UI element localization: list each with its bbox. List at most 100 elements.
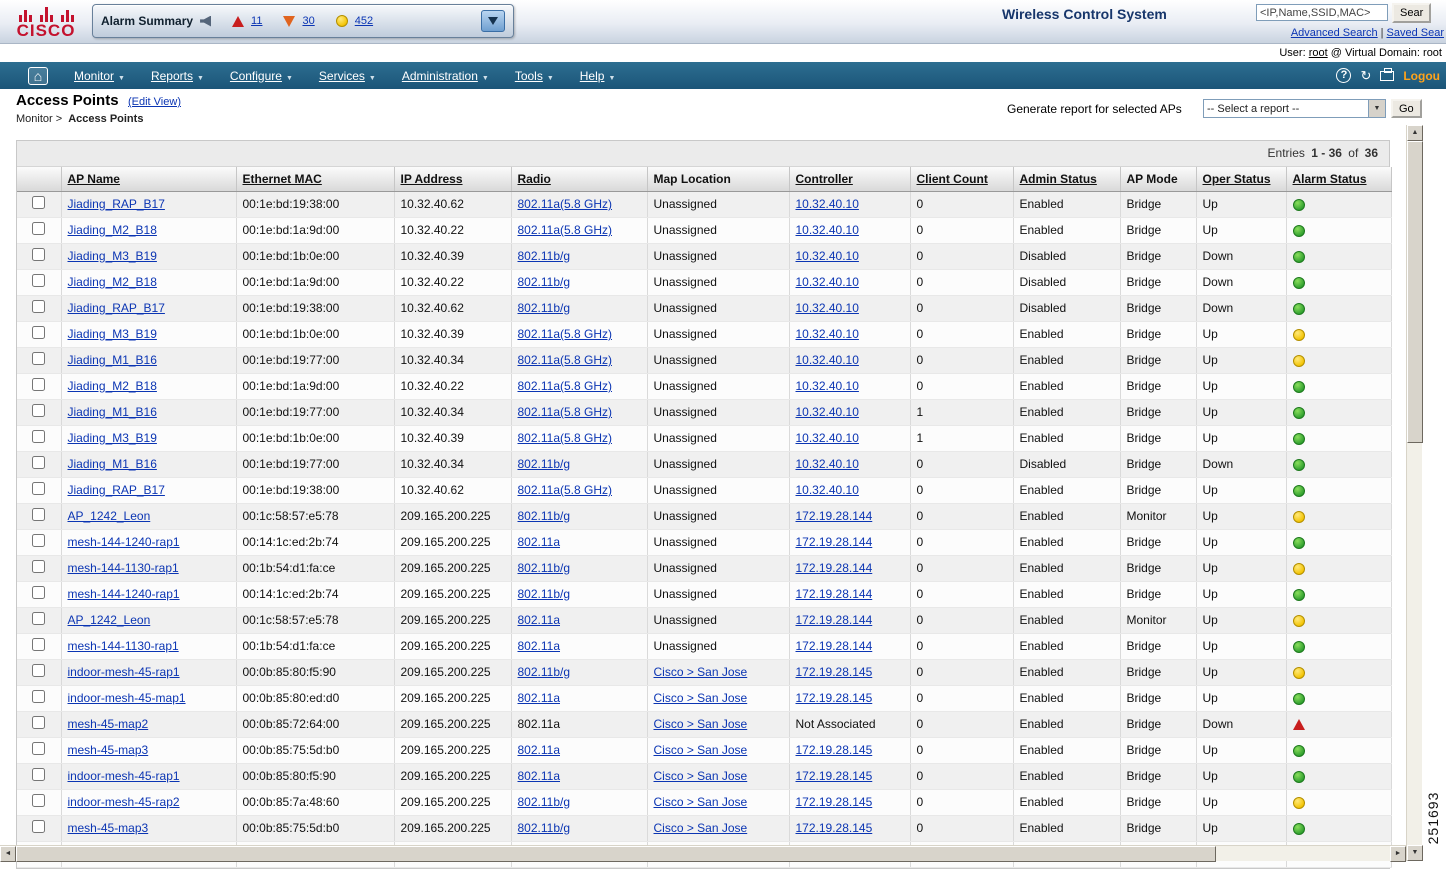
row-checkbox[interactable] bbox=[32, 196, 46, 209]
row-checkbox[interactable] bbox=[32, 274, 46, 287]
map-location-link[interactable]: Cisco > San Jose bbox=[654, 691, 748, 705]
controller-link[interactable]: 172.19.28.144 bbox=[796, 587, 873, 601]
controller-link[interactable]: 172.19.28.145 bbox=[796, 769, 873, 783]
saved-search-link[interactable]: Saved Sear bbox=[1387, 27, 1444, 39]
ap-name-link[interactable]: Jiading_M2_B18 bbox=[68, 275, 157, 289]
edit-view-link[interactable]: (Edit View) bbox=[128, 96, 181, 108]
menu-administration[interactable]: Administration ▼ bbox=[402, 69, 489, 83]
map-location-link[interactable]: Cisco > San Jose bbox=[654, 821, 748, 835]
radio-link[interactable]: 802.11a(5.8 GHz) bbox=[518, 379, 613, 393]
controller-link[interactable]: 10.32.40.10 bbox=[796, 197, 859, 211]
row-checkbox[interactable] bbox=[32, 222, 46, 235]
row-checkbox[interactable] bbox=[32, 508, 46, 521]
print-icon[interactable] bbox=[1380, 67, 1395, 81]
row-checkbox[interactable] bbox=[32, 586, 46, 599]
row-checkbox[interactable] bbox=[32, 560, 46, 573]
ap-name-link[interactable]: Jiading_RAP_B17 bbox=[68, 197, 165, 211]
row-checkbox[interactable] bbox=[32, 716, 46, 729]
map-location-link[interactable]: Cisco > San Jose bbox=[654, 795, 748, 809]
row-checkbox[interactable] bbox=[32, 404, 46, 417]
menu-tools[interactable]: Tools ▼ bbox=[515, 69, 554, 83]
controller-link[interactable]: 10.32.40.10 bbox=[796, 249, 859, 263]
scroll-left-button[interactable]: ◄ bbox=[0, 846, 16, 862]
controller-link[interactable]: 172.19.28.144 bbox=[796, 561, 873, 575]
controller-link[interactable]: 10.32.40.10 bbox=[796, 457, 859, 471]
radio-link[interactable]: 802.11a(5.8 GHz) bbox=[518, 405, 613, 419]
user-name-link[interactable]: root bbox=[1309, 47, 1328, 59]
controller-link[interactable]: 10.32.40.10 bbox=[796, 301, 859, 315]
col-header-oper-status[interactable]: Oper Status bbox=[1196, 167, 1287, 192]
row-checkbox[interactable] bbox=[32, 248, 46, 261]
menu-reports[interactable]: Reports ▼ bbox=[151, 69, 204, 83]
controller-link[interactable]: 10.32.40.10 bbox=[796, 327, 859, 341]
map-location-link[interactable]: Cisco > San Jose bbox=[654, 743, 748, 757]
controller-link[interactable]: 172.19.28.144 bbox=[796, 639, 873, 653]
radio-link[interactable]: 802.11b/g bbox=[518, 509, 571, 523]
row-checkbox[interactable] bbox=[32, 742, 46, 755]
ap-name-link[interactable]: indoor-mesh-45-map1 bbox=[68, 691, 186, 705]
minor-alarm-count[interactable]: 452 bbox=[355, 15, 373, 27]
ap-name-link[interactable]: AP_1242_Leon bbox=[68, 509, 151, 523]
help-icon[interactable]: ? bbox=[1336, 68, 1352, 83]
ap-name-link[interactable]: Jiading_RAP_B17 bbox=[68, 301, 165, 315]
menu-help[interactable]: Help ▼ bbox=[580, 69, 616, 83]
row-checkbox[interactable] bbox=[32, 482, 46, 495]
radio-link[interactable]: 802.11b/g bbox=[518, 561, 571, 575]
radio-link[interactable]: 802.11a(5.8 GHz) bbox=[518, 483, 613, 497]
radio-link[interactable]: 802.11b/g bbox=[518, 821, 571, 835]
radio-link[interactable]: 802.11a(5.8 GHz) bbox=[518, 223, 613, 237]
ap-name-link[interactable]: Jiading_M1_B16 bbox=[68, 457, 157, 471]
search-input[interactable] bbox=[1256, 4, 1388, 21]
ap-name-link[interactable]: mesh-144-1130-rap1 bbox=[68, 561, 179, 575]
controller-link[interactable]: 10.32.40.10 bbox=[796, 405, 859, 419]
go-button[interactable]: Go bbox=[1391, 99, 1422, 118]
row-checkbox[interactable] bbox=[32, 378, 46, 391]
col-header-client-count[interactable]: Client Count bbox=[910, 167, 1014, 192]
map-location-link[interactable]: Cisco > San Jose bbox=[654, 769, 748, 783]
controller-link[interactable]: 172.19.28.145 bbox=[796, 795, 873, 809]
radio-link[interactable]: 802.11a bbox=[518, 769, 561, 783]
ap-name-link[interactable]: Jiading_M3_B19 bbox=[68, 327, 157, 341]
ap-name-link[interactable]: indoor-mesh-45-rap2 bbox=[68, 795, 180, 809]
vertical-scroll-thumb[interactable] bbox=[1407, 141, 1423, 443]
row-checkbox[interactable] bbox=[32, 664, 46, 677]
ap-name-link[interactable]: mesh-45-map3 bbox=[68, 821, 149, 835]
col-header-admin-status[interactable]: Admin Status bbox=[1013, 167, 1121, 192]
ap-name-link[interactable]: mesh-144-1130-rap1 bbox=[68, 639, 179, 653]
alarm-summary-dropdown-button[interactable] bbox=[481, 10, 505, 32]
scroll-right-button[interactable]: ► bbox=[1390, 846, 1406, 862]
ap-name-link[interactable]: mesh-144-1240-rap1 bbox=[68, 535, 180, 549]
ap-name-link[interactable]: AP_1242_Leon bbox=[68, 613, 151, 627]
map-location-link[interactable]: Cisco > San Jose bbox=[654, 665, 748, 679]
ap-name-link[interactable]: indoor-mesh-45-rap1 bbox=[68, 665, 180, 679]
ap-name-link[interactable]: Jiading_M1_B16 bbox=[68, 353, 157, 367]
radio-link[interactable]: 802.11a bbox=[518, 535, 561, 549]
menu-monitor[interactable]: Monitor ▼ bbox=[74, 69, 125, 83]
scroll-up-button[interactable]: ▲ bbox=[1407, 125, 1423, 141]
controller-link[interactable]: 10.32.40.10 bbox=[796, 379, 859, 393]
horizontal-scrollbar[interactable]: ◄ ► bbox=[0, 845, 1406, 862]
ap-name-link[interactable]: Jiading_M2_B18 bbox=[68, 379, 157, 393]
ap-name-link[interactable]: Jiading_M3_B19 bbox=[68, 249, 157, 263]
controller-link[interactable]: 172.19.28.144 bbox=[796, 509, 873, 523]
radio-link[interactable]: 802.11b/g bbox=[518, 587, 571, 601]
radio-link[interactable]: 802.11a(5.8 GHz) bbox=[518, 431, 613, 445]
row-checkbox[interactable] bbox=[32, 638, 46, 651]
controller-link[interactable]: 172.19.28.145 bbox=[796, 821, 873, 835]
row-checkbox[interactable] bbox=[32, 612, 46, 625]
radio-link[interactable]: 802.11a(5.8 GHz) bbox=[518, 353, 613, 367]
menu-services[interactable]: Services ▼ bbox=[319, 69, 376, 83]
radio-link[interactable]: 802.11a bbox=[518, 639, 561, 653]
controller-link[interactable]: 10.32.40.10 bbox=[796, 483, 859, 497]
controller-link[interactable]: 172.19.28.145 bbox=[796, 743, 873, 757]
ap-name-link[interactable]: Jiading_RAP_B17 bbox=[68, 483, 165, 497]
refresh-icon[interactable]: ↻ bbox=[1360, 68, 1371, 84]
radio-link[interactable]: 802.11b/g bbox=[518, 665, 571, 679]
search-button[interactable]: Sear bbox=[1392, 3, 1432, 23]
radio-link[interactable]: 802.11a(5.8 GHz) bbox=[518, 197, 613, 211]
radio-link[interactable]: 802.11a bbox=[518, 691, 561, 705]
ap-name-link[interactable]: indoor-mesh-45-rap1 bbox=[68, 769, 180, 783]
col-header-alarm-status[interactable]: Alarm Status bbox=[1286, 167, 1392, 192]
advanced-search-link[interactable]: Advanced Search bbox=[1291, 27, 1378, 39]
controller-link[interactable]: 10.32.40.10 bbox=[796, 431, 859, 445]
